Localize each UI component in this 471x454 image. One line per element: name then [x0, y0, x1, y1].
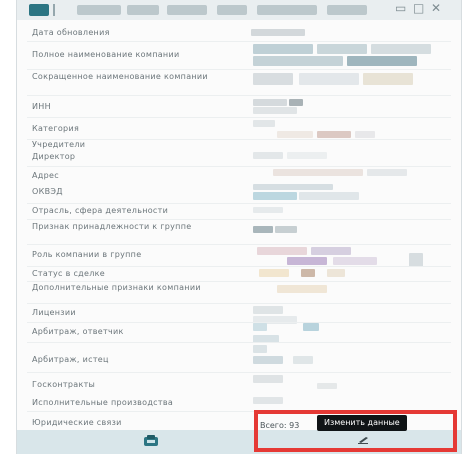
- field-label: Полное наименование компании: [32, 50, 180, 59]
- field-row-group-membership: Признак принадлежности к группе: [17, 220, 461, 246]
- field-label: Признак принадлежности к группе: [32, 222, 192, 231]
- field-label: Директор: [32, 152, 76, 161]
- redacted-value: [367, 169, 407, 176]
- field-label: Арбитраж, истец: [32, 355, 109, 364]
- field-label: Сокращенное наименование компании: [32, 72, 208, 81]
- field-row-arbitration-plaintiff: Арбитраж, истец: [17, 343, 461, 373]
- field-row-okved: ОКВЭД: [17, 184, 461, 202]
- redacted-value: [253, 397, 283, 404]
- title-blurred: [217, 5, 247, 15]
- field-row-short-name: Сокращенное наименование компании: [17, 70, 461, 94]
- field-row-update-date: Дата обновления: [17, 24, 461, 40]
- redacted-value: [287, 257, 327, 265]
- redacted-value: [253, 192, 297, 200]
- redacted-value: [253, 99, 287, 106]
- redacted-value: [277, 285, 327, 293]
- company-details-window: ▭ □ ✕ Дата обновления Полное наименовани…: [16, 0, 462, 454]
- redacted-value: [253, 226, 273, 233]
- field-label: ИНН: [32, 102, 51, 111]
- redacted-value: [289, 99, 303, 106]
- title-blurred: [257, 5, 317, 15]
- redacted-value: [303, 323, 319, 331]
- redacted-value: [253, 107, 297, 114]
- title-blurred: [167, 5, 207, 15]
- highlight-annotation: [254, 410, 457, 452]
- redacted-value: [251, 29, 305, 36]
- redacted-value: [293, 356, 313, 364]
- redacted-value: [287, 152, 327, 159]
- redacted-value: [409, 253, 423, 267]
- title-separator: [53, 4, 55, 16]
- field-row-full-name: Полное наименование компании: [17, 42, 461, 68]
- redacted-value: [301, 269, 315, 277]
- field-row-director: Директор: [17, 149, 461, 167]
- field-row-deal-status: Статус в сделке: [17, 267, 461, 281]
- field-row-address: Адрес: [17, 167, 461, 183]
- redacted-value: [253, 375, 283, 383]
- title-blurred: [127, 5, 159, 15]
- field-label: Адрес: [32, 171, 59, 180]
- field-row-government-contracts: Госконтракты: [17, 373, 461, 395]
- restore-icon[interactable]: ▭: [395, 1, 406, 15]
- redacted-value: [317, 383, 337, 389]
- field-label: Дата обновления: [32, 28, 110, 37]
- field-row-enforcement-proceedings: Исполнительные производства: [17, 394, 461, 410]
- field-label: ОКВЭД: [32, 187, 63, 196]
- field-row-licenses: Лицензии: [17, 304, 461, 324]
- redacted-value: [259, 269, 289, 277]
- field-row-additional-attributes: Дополнительные признаки компании: [17, 282, 461, 304]
- redacted-value: [355, 131, 375, 138]
- field-row-group-role: Роль компании в группе: [17, 245, 461, 267]
- redacted-value: [253, 152, 283, 159]
- field-label: Арбитраж, ответчик: [32, 327, 124, 336]
- redacted-value: [253, 356, 283, 364]
- redacted-value: [257, 247, 307, 255]
- redacted-value: [253, 306, 283, 314]
- title-blurred: [327, 5, 367, 15]
- redacted-value: [363, 73, 413, 85]
- redacted-value: [277, 131, 313, 138]
- field-row-inn: ИНН: [17, 96, 461, 116]
- title-bar: ▭ □ ✕: [17, 0, 461, 20]
- redacted-value: [317, 44, 367, 54]
- redacted-value: [327, 269, 345, 277]
- redacted-value: [253, 120, 275, 127]
- redacted-value: [347, 56, 417, 66]
- app-icon: [29, 4, 49, 16]
- field-label: Отрасль, сфера деятельности: [32, 206, 169, 215]
- redacted-value: [253, 73, 293, 85]
- field-row-industry: Отрасль, сфера деятельности: [17, 204, 461, 218]
- field-label: Статус в сделке: [32, 269, 105, 278]
- document-icon[interactable]: [143, 434, 159, 448]
- redacted-value: [371, 44, 431, 54]
- redacted-value: [253, 184, 333, 190]
- field-label: Юридические связи: [32, 418, 122, 427]
- field-label: Лицензии: [32, 308, 76, 317]
- title-blurred: [77, 5, 121, 15]
- field-row-founders: Учредители: [17, 129, 461, 149]
- redacted-value: [333, 257, 377, 265]
- redacted-value: [317, 131, 351, 138]
- redacted-value: [275, 226, 297, 233]
- redacted-value: [253, 207, 283, 213]
- redacted-value: [253, 44, 313, 54]
- redacted-value: [299, 192, 359, 200]
- field-label: Госконтракты: [32, 380, 96, 389]
- redacted-value: [273, 169, 363, 176]
- maximize-icon[interactable]: □: [413, 1, 424, 15]
- redacted-value: [253, 323, 267, 331]
- redacted-value: [311, 247, 351, 255]
- redacted-value: [299, 73, 359, 85]
- close-icon[interactable]: ✕: [431, 1, 441, 15]
- field-label: Исполнительные производства: [32, 398, 174, 407]
- field-label: Дополнительные признаки компании: [32, 283, 201, 292]
- redacted-value: [253, 56, 343, 66]
- redacted-value: [253, 345, 267, 353]
- field-label: Роль компании в группе: [32, 250, 142, 259]
